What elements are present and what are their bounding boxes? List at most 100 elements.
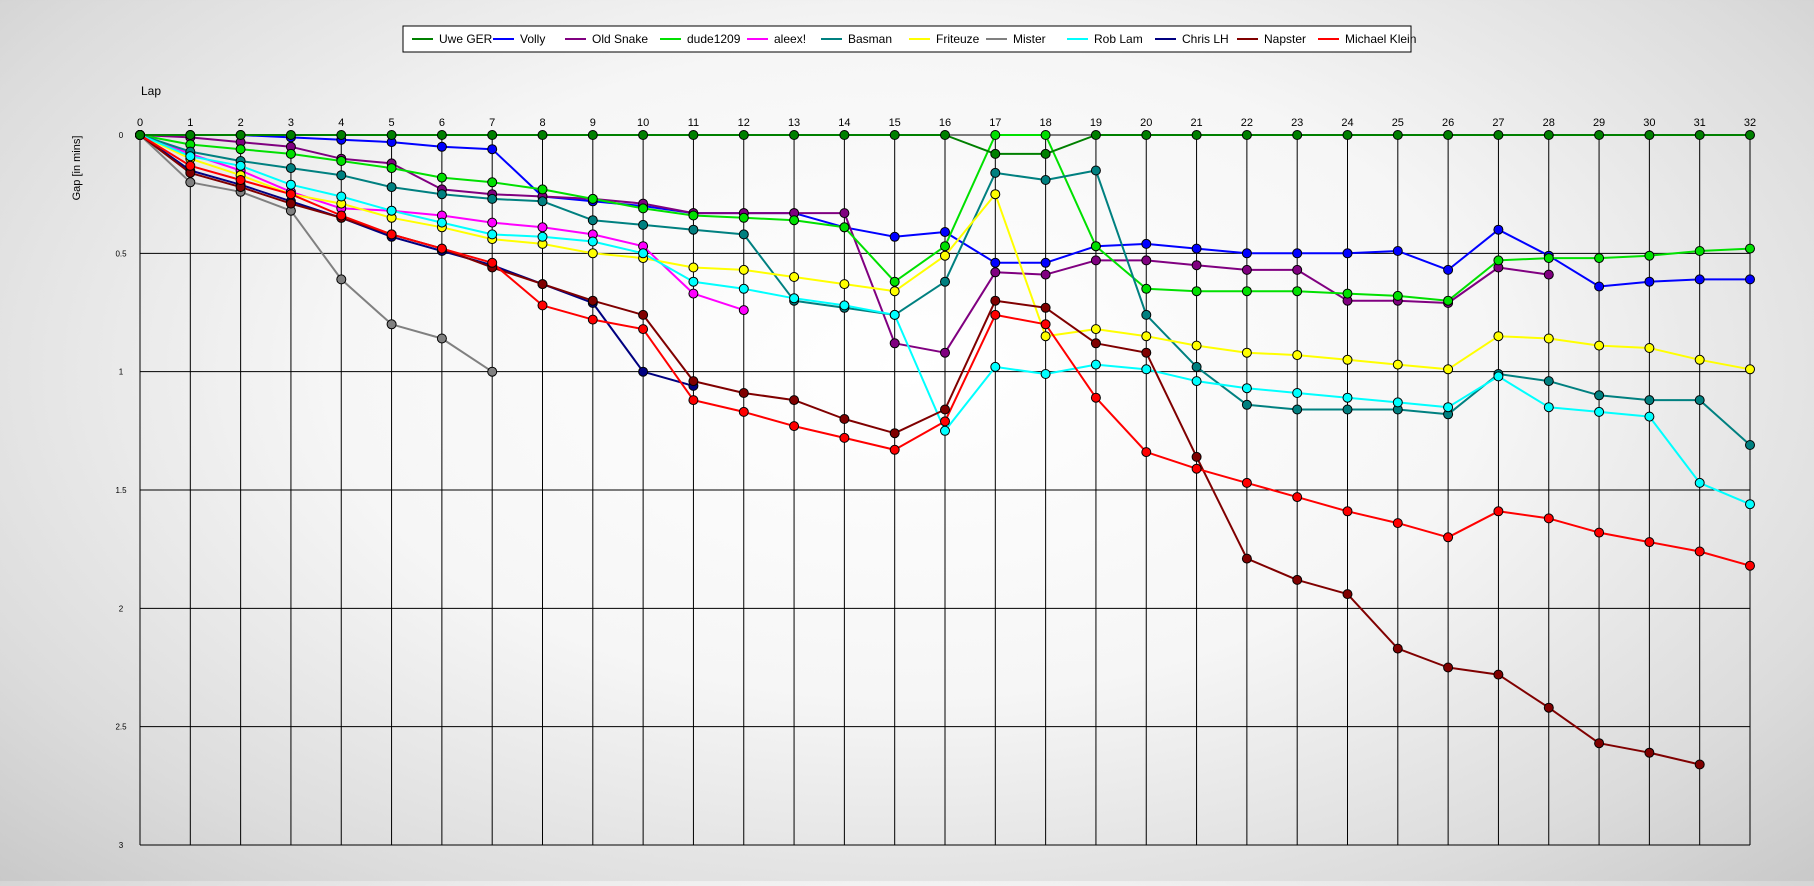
data-point bbox=[839, 222, 850, 233]
data-point bbox=[1141, 309, 1152, 320]
data-point bbox=[135, 130, 145, 140]
data-point bbox=[738, 305, 749, 316]
x-tick-label: 14 bbox=[838, 117, 850, 129]
data-point bbox=[1443, 532, 1454, 543]
data-point bbox=[738, 406, 749, 417]
data-point bbox=[1594, 738, 1605, 749]
legend-label: Uwe GER bbox=[439, 32, 493, 46]
data-point bbox=[1040, 369, 1051, 379]
data-point bbox=[1493, 371, 1504, 382]
legend-label: Friteuze bbox=[936, 32, 980, 46]
data-point bbox=[638, 130, 649, 140]
data-point bbox=[688, 376, 699, 387]
data-point bbox=[336, 191, 347, 202]
legend-label: Chris LH bbox=[1182, 32, 1229, 46]
data-point bbox=[1745, 560, 1755, 571]
x-tick-label: 24 bbox=[1341, 117, 1353, 129]
legend-label: Mister bbox=[1013, 32, 1046, 46]
x-tick-label: 15 bbox=[889, 117, 901, 129]
data-point bbox=[738, 264, 749, 275]
data-point bbox=[839, 130, 850, 140]
data-point bbox=[1392, 643, 1403, 654]
data-point bbox=[1594, 281, 1605, 292]
data-point bbox=[587, 314, 598, 325]
x-tick-label: 26 bbox=[1442, 117, 1454, 129]
data-point bbox=[336, 130, 347, 140]
data-point bbox=[1392, 130, 1403, 140]
data-point bbox=[1090, 338, 1101, 349]
data-point bbox=[1493, 506, 1504, 517]
x-tick-label: 21 bbox=[1190, 117, 1202, 129]
data-point bbox=[940, 241, 950, 252]
data-point bbox=[1745, 499, 1755, 510]
x-tick-label: 5 bbox=[389, 117, 395, 129]
data-point bbox=[990, 309, 1001, 320]
data-point bbox=[738, 388, 749, 398]
data-point bbox=[688, 276, 699, 287]
data-point bbox=[1292, 574, 1303, 585]
data-point bbox=[1342, 392, 1353, 403]
data-point bbox=[1493, 331, 1504, 342]
data-point bbox=[1040, 302, 1051, 313]
data-point bbox=[990, 167, 1001, 178]
data-point bbox=[1040, 319, 1051, 330]
x-tick-label: 10 bbox=[637, 117, 649, 129]
data-point bbox=[537, 184, 548, 195]
data-point bbox=[688, 288, 699, 299]
data-point bbox=[185, 160, 196, 171]
data-point bbox=[940, 425, 950, 436]
data-point bbox=[487, 366, 498, 377]
data-point bbox=[1543, 253, 1554, 264]
data-point bbox=[990, 361, 1001, 372]
data-point bbox=[1292, 350, 1303, 361]
x-tick-label: 17 bbox=[989, 117, 1001, 129]
x-tick-label: 29 bbox=[1593, 117, 1605, 129]
data-point bbox=[1644, 395, 1655, 406]
data-point bbox=[1292, 130, 1303, 140]
data-point bbox=[1191, 286, 1202, 297]
data-point bbox=[638, 324, 649, 335]
data-point bbox=[990, 189, 1001, 200]
data-point bbox=[285, 189, 296, 200]
data-point bbox=[1443, 295, 1454, 306]
data-point bbox=[940, 250, 950, 261]
y-tick-label: 2.5 bbox=[115, 723, 127, 732]
x-tick-label: 22 bbox=[1241, 117, 1253, 129]
legend-label: Napster bbox=[1264, 32, 1306, 46]
data-point bbox=[537, 196, 548, 207]
data-point bbox=[1745, 130, 1755, 140]
data-point bbox=[1191, 463, 1202, 474]
x-tick-labels: 0 1 2 3 4 5 6 7 8 9 10 11 12 13 14 15 16 17 18 19 20 21 22 23 24… bbox=[137, 117, 1756, 129]
data-point bbox=[1241, 553, 1252, 564]
data-point bbox=[436, 333, 447, 344]
data-point bbox=[386, 130, 397, 140]
data-point bbox=[1694, 354, 1705, 365]
data-point bbox=[889, 286, 900, 297]
x-tick-label: 28 bbox=[1543, 117, 1555, 129]
data-point bbox=[1040, 130, 1051, 140]
x-tick-label: 11 bbox=[688, 117, 699, 129]
data-point bbox=[889, 130, 900, 140]
data-point bbox=[1694, 546, 1705, 557]
data-point bbox=[1443, 364, 1454, 375]
y-tick-label: 0.5 bbox=[115, 249, 127, 258]
data-point bbox=[386, 163, 397, 174]
data-point bbox=[1644, 250, 1655, 261]
data-point bbox=[789, 395, 800, 406]
data-point bbox=[587, 130, 598, 140]
data-point bbox=[940, 227, 950, 237]
data-point bbox=[587, 248, 598, 259]
data-point bbox=[889, 309, 900, 320]
legend-label: aleex! bbox=[774, 32, 806, 46]
data-point bbox=[1040, 257, 1051, 268]
data-point bbox=[688, 210, 699, 221]
data-point bbox=[235, 130, 246, 140]
x-axis-label: Lap bbox=[141, 84, 161, 98]
data-point bbox=[1543, 376, 1554, 387]
series-line bbox=[139, 134, 1700, 766]
data-point bbox=[1241, 264, 1252, 275]
data-point bbox=[1392, 246, 1403, 256]
data-point bbox=[638, 248, 649, 259]
data-point bbox=[1694, 274, 1705, 285]
data-point bbox=[889, 338, 900, 349]
